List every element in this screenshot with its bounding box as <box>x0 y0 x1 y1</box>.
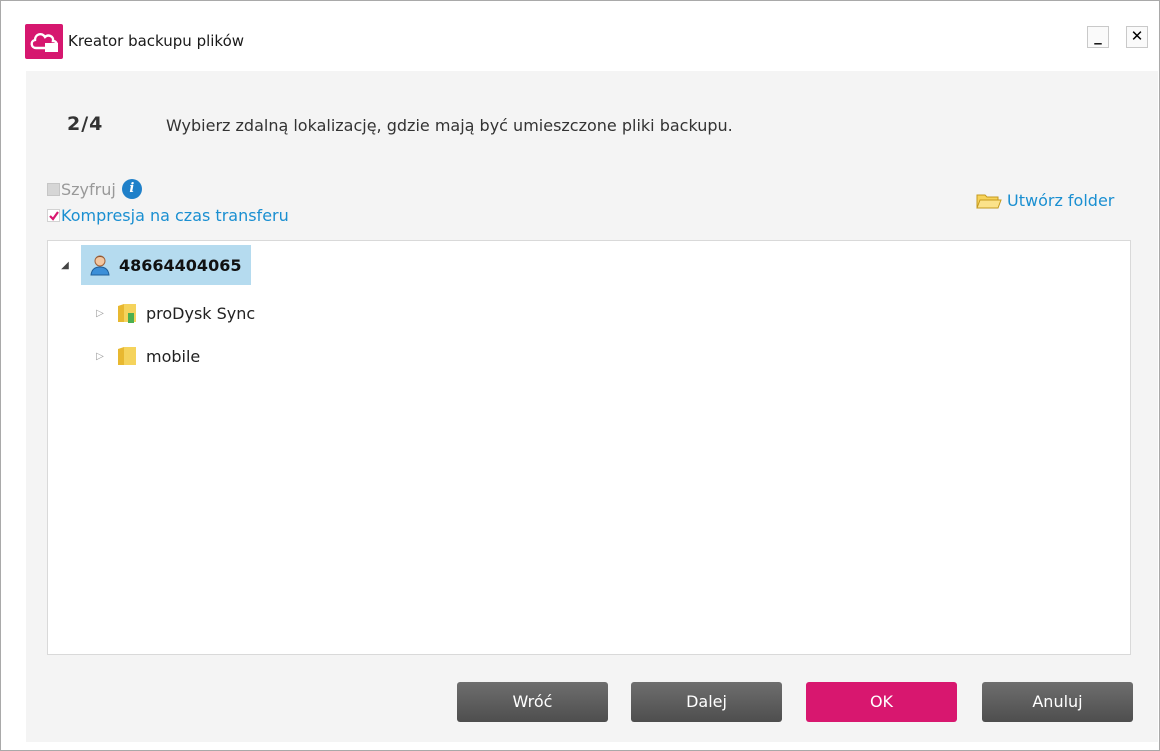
compress-checkbox[interactable] <box>47 209 60 222</box>
close-button[interactable]: ✕ <box>1126 26 1148 48</box>
folder-icon <box>976 194 1002 208</box>
collapsed-arrow-icon[interactable]: ▷ <box>94 308 106 319</box>
tree-node-root-selection[interactable]: 48664404065 <box>81 245 252 285</box>
wizard-content: 2/4 Wybierz zdalną lokalizację, gdzie ma… <box>26 71 1158 742</box>
user-icon <box>90 255 110 276</box>
create-folder-label: Utwórz folder <box>1007 191 1115 210</box>
tree-node-label: mobile <box>146 346 201 366</box>
ok-button[interactable]: OK <box>806 682 957 722</box>
step-description: Wybierz zdalną lokalizację, gdzie mają b… <box>166 116 733 135</box>
tree-node-label: proDysk Sync <box>146 303 256 323</box>
collapsed-arrow-icon[interactable]: ▷ <box>94 351 106 362</box>
create-folder-link[interactable]: Utwórz folder <box>976 191 1114 210</box>
sync-folder-icon <box>118 304 136 323</box>
info-icon[interactable]: i <box>121 179 142 199</box>
encrypt-checkbox[interactable] <box>47 182 60 196</box>
back-button[interactable]: Wróć <box>457 682 608 722</box>
title-bar: Kreator backupu plików _ ✕ <box>1 1 1159 71</box>
remote-location-tree: ◢ 48664404065 ▷ proDysk Sync ▷ mobile <box>47 240 1131 655</box>
compress-option[interactable]: Kompresja na czas transferu <box>47 206 289 225</box>
next-button[interactable]: Dalej <box>631 682 782 722</box>
tree-node-mobile[interactable]: ▷ mobile <box>94 336 200 376</box>
compress-label: Kompresja na czas transferu <box>61 206 289 225</box>
window-title: Kreator backupu plików <box>68 32 245 50</box>
cancel-button[interactable]: Anuluj <box>982 682 1133 722</box>
folder-icon <box>118 347 136 365</box>
minimize-button[interactable]: _ <box>1087 26 1109 48</box>
tree-node-root[interactable]: ◢ 48664404065 <box>59 245 252 285</box>
backup-wizard-window: Kreator backupu plików _ ✕ 2/4 Wybierz z… <box>0 0 1160 751</box>
encrypt-label: Szyfruj <box>61 179 116 199</box>
step-indicator: 2/4 <box>67 113 104 135</box>
expanded-arrow-icon[interactable]: ◢ <box>59 260 71 271</box>
checkmark-icon <box>49 211 59 221</box>
tree-node-root-label: 48664404065 <box>119 255 242 275</box>
tree-node-prodysk-sync[interactable]: ▷ proDysk Sync <box>94 293 255 333</box>
encrypt-option: Szyfruj i <box>47 179 142 199</box>
cloud-app-icon <box>25 24 63 59</box>
